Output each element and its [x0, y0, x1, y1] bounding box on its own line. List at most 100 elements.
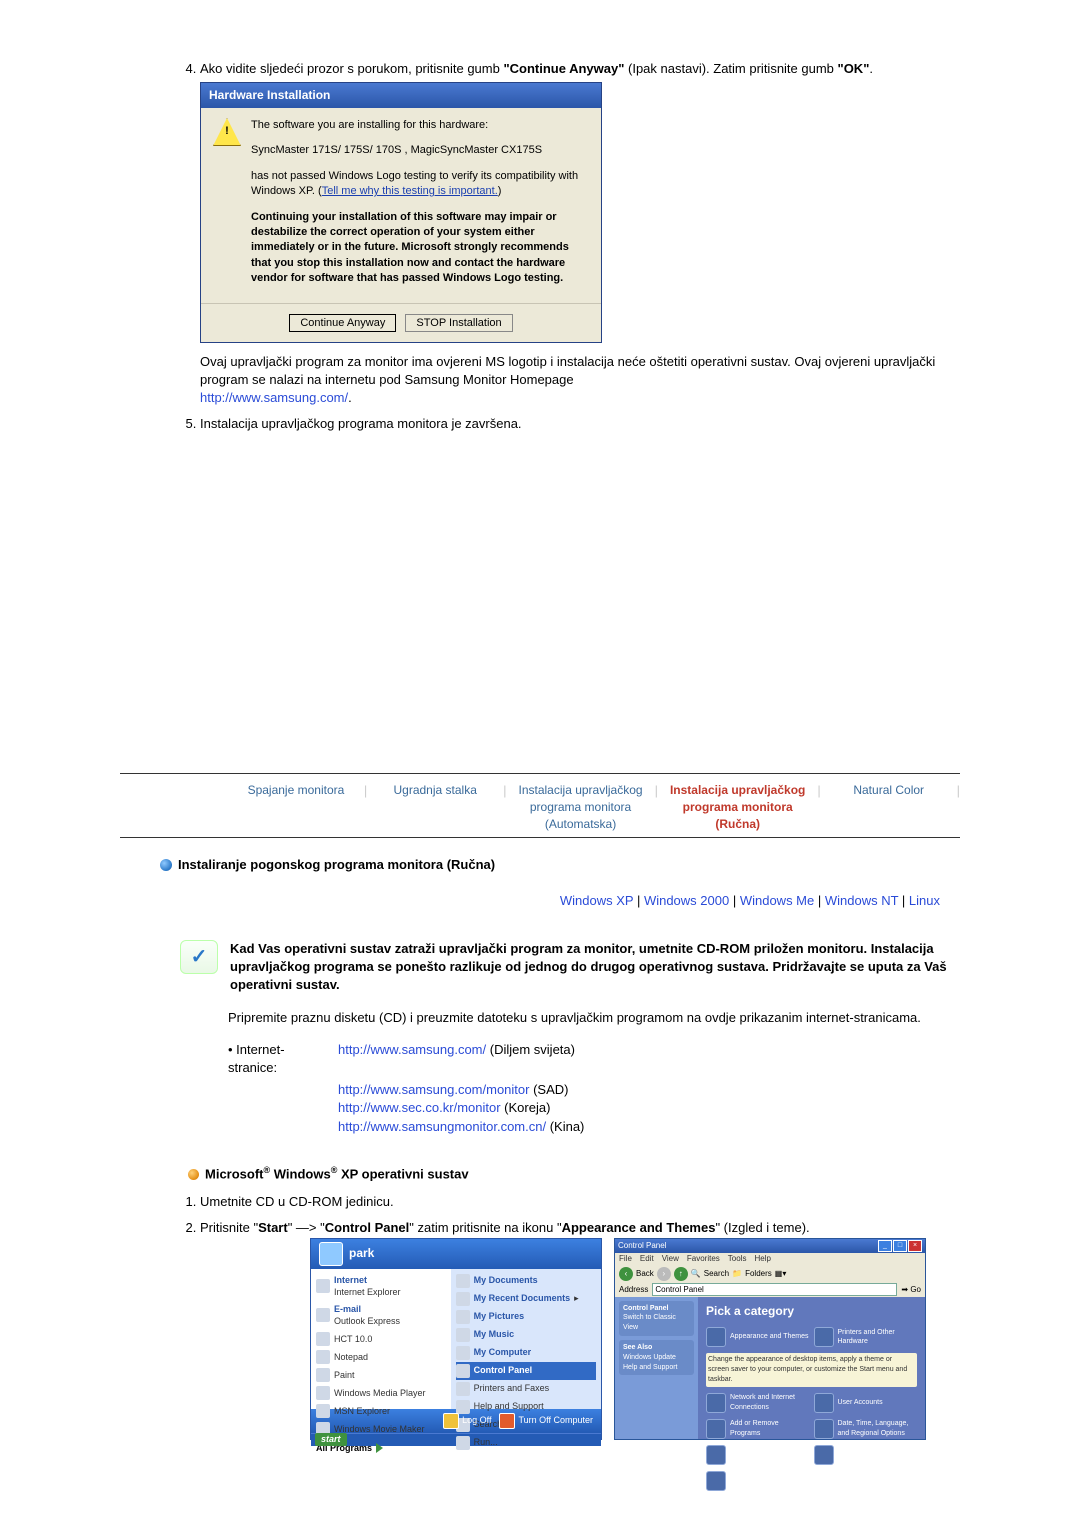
- category-users[interactable]: User Accounts: [814, 1393, 918, 1413]
- category-printers[interactable]: Printers and Other Hardware: [814, 1327, 918, 1347]
- intro-row: ✓ Kad Vas operativni sustav zatraži upra…: [120, 940, 960, 995]
- link-sec-kr[interactable]: http://www.sec.co.kr/monitor: [338, 1100, 501, 1115]
- category-sounds[interactable]: Sounds, Speech, and Audio Devices: [706, 1445, 810, 1465]
- tab-driver-manual[interactable]: Instalacija upravljačkogprograma monitor…: [670, 782, 805, 832]
- link-samsung-world[interactable]: http://www.samsung.com/: [338, 1042, 486, 1057]
- control-panel-item[interactable]: Control Panel: [456, 1362, 596, 1380]
- category-accessibility[interactable]: Accessibility Options: [814, 1445, 918, 1465]
- start-right-item[interactable]: My Pictures: [456, 1308, 596, 1326]
- start-right-item[interactable]: Run...: [456, 1434, 596, 1452]
- start-menu-screenshot: park InternetInternet Explorer E-mailOut…: [310, 1238, 602, 1440]
- category-performance[interactable]: Performance and Maintenance: [706, 1471, 810, 1491]
- forward-icon[interactable]: ›: [657, 1267, 671, 1281]
- control-panel-screenshot: Control Panel _ □ × FileEditViewFavorite…: [614, 1238, 926, 1440]
- category-network[interactable]: Network and Internet Connections: [706, 1393, 810, 1413]
- tab-connect-monitor[interactable]: Spajanje monitora: [240, 782, 352, 799]
- back-icon[interactable]: ‹: [619, 1267, 633, 1281]
- wmp-icon: [316, 1386, 330, 1400]
- link-samsung-monitor-us[interactable]: http://www.samsung.com/monitor: [338, 1082, 529, 1097]
- computer-icon: [456, 1346, 470, 1360]
- start-left-item[interactable]: MSN Explorer: [316, 1402, 446, 1420]
- minimize-icon[interactable]: _: [878, 1240, 892, 1252]
- stop-installation-button[interactable]: STOP Installation: [405, 314, 512, 332]
- start-left-item[interactable]: HCT 10.0: [316, 1330, 446, 1348]
- tab-sep: |: [957, 782, 960, 800]
- folder-icon: [456, 1292, 470, 1306]
- username: park: [349, 1245, 374, 1262]
- step4-after-text: Ovaj upravljački program za monitor ima …: [200, 353, 960, 408]
- samsung-home-link[interactable]: http://www.samsung.com/: [200, 390, 348, 405]
- cp-side-box[interactable]: Control Panel Switch to Classic View: [619, 1301, 694, 1336]
- cp-menubar[interactable]: FileEditViewFavoritesToolsHelp: [615, 1253, 925, 1265]
- appearance-icon: [706, 1327, 726, 1347]
- winxp-step-1: Umetnite CD u CD-ROM jedinicu.: [200, 1193, 960, 1211]
- go-button[interactable]: ➡ Go: [901, 1284, 921, 1295]
- category-addremove[interactable]: Add or Remove Programs: [706, 1419, 810, 1439]
- up-icon[interactable]: ↑: [674, 1267, 688, 1281]
- help-icon: [456, 1400, 470, 1414]
- warning-icon: !: [213, 118, 241, 146]
- tab-natural-color[interactable]: Natural Color: [833, 782, 945, 799]
- start-left-item[interactable]: Paint: [316, 1366, 446, 1384]
- step-4: Ako vidite sljedeći prozor s porukom, pr…: [200, 60, 960, 407]
- internet-label: Internet-stranice:: [228, 1041, 318, 1077]
- link-linux[interactable]: Linux: [909, 893, 940, 908]
- printer-icon: [456, 1382, 470, 1396]
- prepare-text: Pripremite praznu disketu (CD) i preuzmi…: [120, 1009, 960, 1027]
- divider-bottom: [120, 837, 960, 838]
- search-icon[interactable]: 🔍: [691, 1268, 701, 1279]
- start-left-item[interactable]: InternetInternet Explorer: [316, 1272, 446, 1301]
- link-samsung-cn[interactable]: http://www.samsungmonitor.com.cn/: [338, 1119, 546, 1134]
- start-right-item[interactable]: Printers and Faxes: [456, 1380, 596, 1398]
- link-windows-nt[interactable]: Windows NT: [825, 893, 898, 908]
- start-right-item[interactable]: My Computer: [456, 1344, 596, 1362]
- cp-toolbar[interactable]: ‹Back › ↑ 🔍Search 📁Folders ▦▾: [615, 1265, 925, 1283]
- start-right-item[interactable]: My Documents: [456, 1272, 596, 1290]
- start-left-item[interactable]: E-mailOutlook Express: [316, 1301, 446, 1330]
- address-input[interactable]: [652, 1283, 897, 1296]
- tab-driver-auto[interactable]: Instalacija upravljačkogprograma monitor…: [519, 782, 643, 832]
- folders-icon[interactable]: 📁: [732, 1268, 742, 1279]
- category-appearance[interactable]: Appearance and Themes: [706, 1327, 810, 1347]
- continue-anyway-button[interactable]: Continue Anyway: [289, 314, 396, 332]
- logoff-button[interactable]: Log Off: [443, 1413, 491, 1429]
- category-datetime[interactable]: Date, Time, Language, and Regional Optio…: [814, 1419, 918, 1439]
- link-windows-2000[interactable]: Windows 2000: [644, 893, 729, 908]
- cp-side-box[interactable]: See Also Windows Update Help and Support: [619, 1340, 694, 1375]
- start-left-item[interactable]: Notepad: [316, 1348, 446, 1366]
- logoff-icon: [443, 1413, 459, 1429]
- views-icon[interactable]: ▦▾: [775, 1268, 787, 1279]
- os-links: Windows XP | Windows 2000 | Windows Me |…: [120, 892, 960, 910]
- close-icon[interactable]: ×: [908, 1240, 922, 1252]
- internet-links-block: Internet-stranice: http://www.samsung.co…: [120, 1041, 960, 1136]
- bullet-icon: [188, 1169, 199, 1180]
- cp-icon: [456, 1364, 470, 1378]
- link-windows-me[interactable]: Windows Me: [740, 893, 814, 908]
- mail-icon: [316, 1308, 330, 1322]
- start-left-item[interactable]: Windows Media Player: [316, 1384, 446, 1402]
- tab-install-stand[interactable]: Ugradnja stalka: [379, 782, 491, 799]
- dialog-text: The software you are installing for this…: [251, 118, 589, 297]
- winxp-step-2: Pritisnite "Start" —> "Control Panel" za…: [200, 1219, 960, 1439]
- tab-sep: |: [655, 782, 658, 800]
- check-icon: ✓: [180, 940, 218, 974]
- cp-sidebar: Control Panel Switch to Classic View See…: [615, 1297, 698, 1439]
- run-icon: [456, 1436, 470, 1450]
- divider-top: [120, 773, 960, 774]
- turnoff-button[interactable]: Turn Off Computer: [499, 1413, 593, 1429]
- logo-testing-link[interactable]: Tell me why this testing is important.: [322, 185, 498, 197]
- address-label: Address: [619, 1284, 648, 1295]
- dialog-title: Hardware Installation: [201, 83, 601, 108]
- sounds-icon: [706, 1445, 726, 1465]
- heading-windows-xp: Microsoft® Windows® XP operativni sustav: [188, 1164, 960, 1184]
- step-5: Instalacija upravljačkog programa monito…: [200, 415, 960, 433]
- start-button[interactable]: start: [315, 1433, 347, 1446]
- start-right-item[interactable]: My Music: [456, 1326, 596, 1344]
- app-icon: [316, 1332, 330, 1346]
- msn-icon: [316, 1404, 330, 1418]
- maximize-icon[interactable]: □: [893, 1240, 907, 1252]
- start-right-item[interactable]: My Recent Documents ▸: [456, 1290, 596, 1308]
- link-windows-xp[interactable]: Windows XP: [560, 893, 633, 908]
- performance-icon: [706, 1471, 726, 1491]
- heading-manual-install: Instaliranje pogonskog programa monitora…: [160, 856, 960, 874]
